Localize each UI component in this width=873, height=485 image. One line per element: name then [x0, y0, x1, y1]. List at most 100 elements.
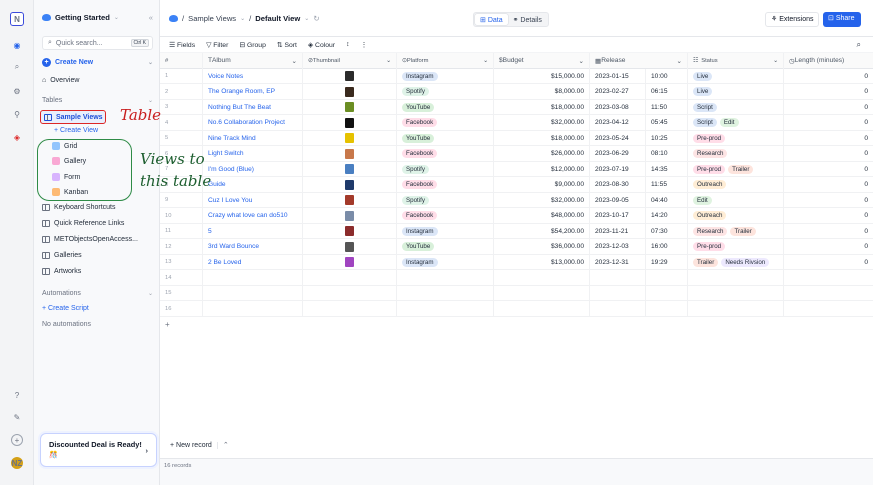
empty-cell[interactable] — [688, 270, 784, 286]
budget-cell[interactable]: $18,000.00 — [494, 130, 590, 146]
release-date-cell[interactable]: 2023-12-03 — [590, 239, 646, 255]
sidebar-table-galleries[interactable]: Galleries — [42, 252, 153, 259]
quick-search-input[interactable]: ⌕ Quick search... Ctrl K — [42, 36, 153, 50]
megaphone-icon[interactable]: ✎ — [10, 410, 24, 424]
breadcrumb-table[interactable]: Sample Views — [188, 14, 236, 23]
release-date-cell[interactable]: 2023-11-21 — [590, 223, 646, 239]
platform-cell[interactable]: Facebook — [397, 115, 494, 131]
table-row[interactable]: 11 5 Instagram $54,200.00 2023-11-21 07:30 Res… — [160, 223, 873, 240]
thumbnail-cell[interactable] — [303, 146, 397, 162]
album-thumbnail[interactable] — [345, 71, 354, 82]
album-cell[interactable]: 5 — [203, 223, 303, 239]
album-cell[interactable]: No.6 Collaboration Project — [203, 115, 303, 131]
album-cell[interactable]: The Orange Room, EP — [203, 84, 303, 100]
empty-cell[interactable] — [397, 270, 494, 286]
table-row[interactable]: 3 Nothing But The Beat YouTube $18,000.00 20… — [160, 99, 873, 115]
album-cell[interactable]: 3rd Ward Bounce — [203, 239, 303, 255]
length-cell[interactable]: 0 — [784, 224, 873, 240]
budget-cell[interactable]: $32,000.00 — [494, 192, 590, 208]
empty-cell[interactable] — [203, 301, 303, 317]
release-time-cell[interactable]: 19:29 — [646, 254, 688, 270]
thumbnail-cell[interactable] — [303, 161, 397, 177]
chevron-down-icon[interactable]: ⌄ — [304, 15, 309, 22]
release-date-cell[interactable]: 2023-01-15 — [590, 68, 646, 84]
thumbnail-cell[interactable] — [303, 239, 397, 255]
album-thumbnail[interactable] — [345, 179, 354, 190]
table-row[interactable]: 15 — [160, 285, 873, 301]
release-date-cell[interactable]: 2023-05-24 — [590, 130, 646, 146]
extensions-button[interactable]: ⚘ Extensions — [765, 12, 820, 27]
release-date-cell[interactable]: 2023-12-31 — [590, 254, 646, 270]
fields-button[interactable]: ☰ Fields — [169, 41, 195, 49]
thumbnail-cell[interactable] — [303, 84, 397, 100]
release-time-cell[interactable]: 05:45 — [646, 115, 688, 131]
album-thumbnail[interactable] — [345, 226, 354, 237]
status-cell[interactable]: Script Edit — [688, 115, 784, 131]
platform-cell[interactable]: YouTube — [397, 130, 494, 146]
length-cell[interactable]: 0 — [784, 208, 873, 224]
release-date-cell[interactable]: 2023-04-12 — [590, 115, 646, 131]
length-cell[interactable]: 0 — [784, 255, 873, 271]
platform-cell[interactable]: YouTube — [397, 99, 494, 115]
header-album[interactable]: T Album ⌄ — [203, 53, 303, 69]
empty-cell[interactable] — [590, 301, 646, 317]
thumbnail-cell[interactable] — [303, 130, 397, 146]
album-thumbnail[interactable] — [345, 210, 354, 221]
status-cell[interactable]: Edit — [688, 192, 784, 208]
release-time-cell[interactable]: 14:35 — [646, 161, 688, 177]
thumbnail-cell[interactable] — [303, 223, 397, 239]
colour-button[interactable]: ◈ Colour — [308, 41, 335, 49]
sidebar-table-metobjects[interactable]: METObjectsOpenAccess... — [42, 236, 153, 243]
release-date-cell[interactable]: 2023-09-05 — [590, 192, 646, 208]
sidebar-table-quick-reference-links[interactable]: Quick Reference Links — [42, 220, 153, 227]
table-row[interactable]: 1 Voice Notes Instagram $15,000.00 2023-01-1… — [160, 68, 873, 85]
album-thumbnail[interactable] — [345, 148, 354, 159]
new-record-button[interactable]: + New record — [170, 441, 218, 449]
length-cell[interactable]: 0 — [784, 177, 873, 193]
status-cell[interactable]: Research Trailer — [688, 223, 784, 239]
status-cell[interactable]: Live — [688, 68, 784, 84]
platform-cell[interactable]: YouTube — [397, 239, 494, 255]
length-cell[interactable]: 0 — [784, 131, 873, 147]
release-date-cell[interactable]: 2023-10-17 — [590, 208, 646, 224]
collapse-sidebar-icon[interactable]: « — [149, 13, 153, 22]
release-time-cell[interactable]: 14:20 — [646, 208, 688, 224]
reload-icon[interactable]: ↻ — [313, 14, 319, 23]
create-script-button[interactable]: + Create Script — [42, 305, 153, 312]
thumbnail-cell[interactable] — [303, 192, 397, 208]
empty-cell[interactable] — [303, 270, 397, 286]
length-cell[interactable]: 0 — [784, 69, 873, 85]
thumbnail-cell[interactable] — [303, 115, 397, 131]
thumbnail-cell[interactable] — [303, 68, 397, 84]
table-row[interactable]: 12 3rd Ward Bounce YouTube $36,000.00 2023-1… — [160, 239, 873, 255]
help-icon[interactable]: ? — [10, 388, 24, 402]
table-row[interactable]: 16 — [160, 301, 873, 317]
album-thumbnail[interactable] — [345, 102, 354, 113]
budget-cell[interactable]: $13,000.00 — [494, 254, 590, 270]
album-thumbnail[interactable] — [345, 117, 354, 128]
release-date-cell[interactable]: 2023-08-30 — [590, 177, 646, 193]
album-cell[interactable]: Guide — [203, 177, 303, 193]
length-cell[interactable]: 0 — [784, 193, 873, 209]
album-thumbnail[interactable] — [345, 86, 354, 97]
sidebar-item-overview[interactable]: ⌂ Overview — [42, 77, 153, 84]
empty-cell[interactable] — [397, 285, 494, 301]
sidebar-table-keyboard-shortcuts[interactable]: Keyboard Shortcuts — [42, 204, 153, 211]
chevron-up-icon[interactable]: ⌃ — [218, 441, 229, 449]
budget-cell[interactable]: $36,000.00 — [494, 239, 590, 255]
thumbnail-cell[interactable] — [303, 99, 397, 115]
budget-cell[interactable]: $15,000.00 — [494, 68, 590, 84]
empty-cell[interactable] — [590, 285, 646, 301]
empty-cell[interactable] — [303, 301, 397, 317]
table-row[interactable]: 6 Light Switch Facebook $26,000.00 2023-06-2… — [160, 146, 873, 162]
header-thumbnail[interactable]: ⊘ Thumbnail ⌄ — [303, 53, 397, 69]
release-time-cell[interactable]: 10:00 — [646, 68, 688, 84]
album-thumbnail[interactable] — [345, 257, 354, 268]
platform-cell[interactable]: Facebook — [397, 146, 494, 162]
release-time-cell[interactable]: 11:55 — [646, 177, 688, 193]
length-cell[interactable]: 0 — [784, 146, 873, 162]
group-button[interactable]: ⊟ Group — [239, 41, 265, 49]
more-options-icon[interactable]: ⋮ — [360, 41, 367, 49]
length-cell[interactable]: 0 — [784, 84, 873, 100]
length-cell[interactable]: 0 — [784, 115, 873, 131]
